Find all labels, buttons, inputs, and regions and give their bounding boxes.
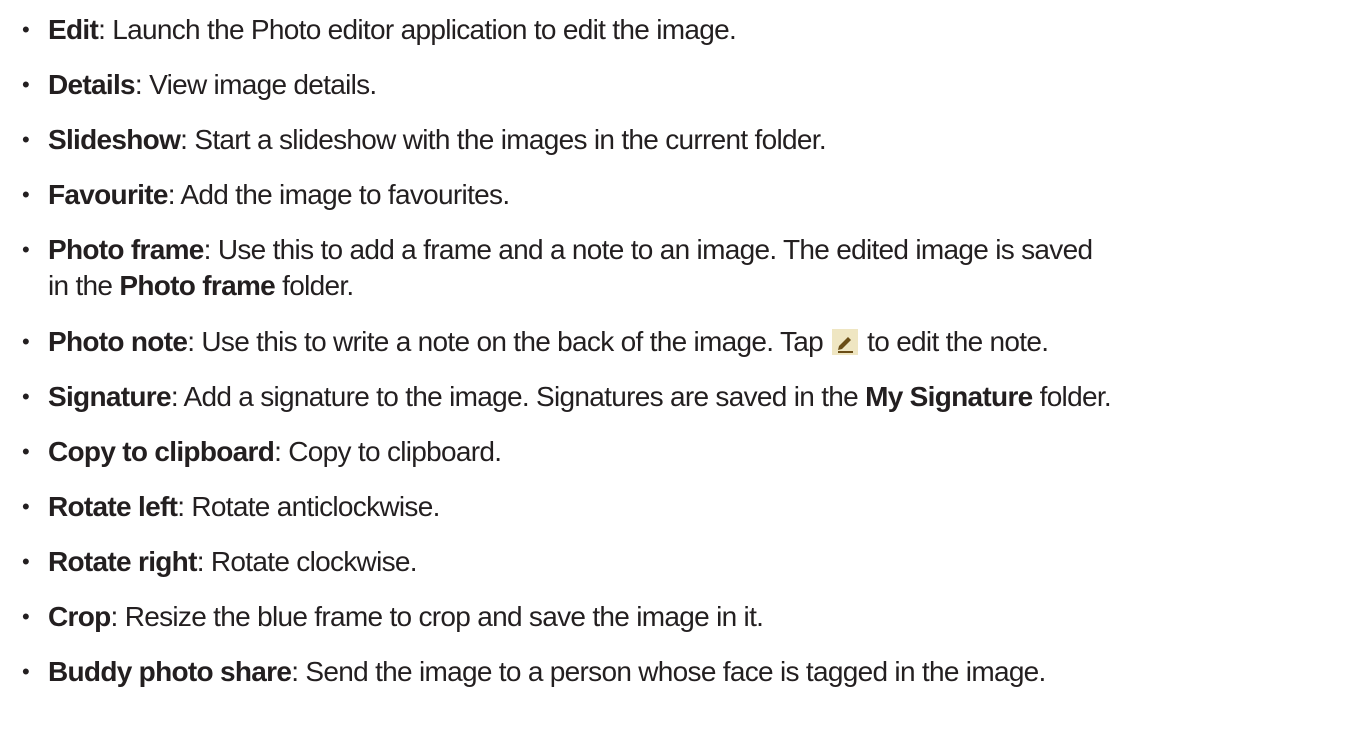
- item-separator: :: [98, 14, 113, 45]
- bullet: •: [22, 17, 30, 42]
- item-separator: :: [167, 179, 181, 210]
- item-term: Rotate right: [48, 546, 197, 577]
- item-separator: :: [180, 124, 195, 155]
- bullet: •: [22, 237, 30, 262]
- item-content: Photo note: Use this to write a note on …: [48, 324, 1049, 360]
- item-description-line2: in the Photo frame folder.: [48, 268, 1092, 304]
- item-separator: :: [203, 234, 218, 265]
- item-description-post: folder.: [1032, 381, 1112, 412]
- item-description-pre: Use this to write a note on the back of …: [201, 326, 831, 357]
- item-separator: :: [291, 656, 306, 687]
- line2-prefix: in the: [48, 270, 120, 301]
- item-content: Rotate right: Rotate clockwise.: [48, 544, 418, 580]
- bullet: •: [22, 494, 30, 519]
- item-content: Edit: Launch the Photo editor applicatio…: [48, 12, 737, 48]
- item-description-pre: Add a signature to the image. Signatures…: [183, 381, 866, 412]
- bullet: •: [22, 549, 30, 574]
- item-term: Photo frame: [48, 234, 204, 265]
- item-term: Details: [48, 69, 136, 100]
- bullet: •: [22, 72, 30, 97]
- bold-folder-name: My Signature: [865, 381, 1033, 412]
- item-content: Rotate left: Rotate anticlockwise.: [48, 489, 440, 525]
- item-term: Crop: [48, 601, 111, 632]
- item-term: Favourite: [48, 179, 168, 210]
- item-term: Edit: [48, 14, 99, 45]
- document-page: • Edit: Launch the Photo editor applicat…: [0, 0, 1349, 744]
- item-content: Crop: Resize the blue frame to crop and …: [48, 599, 764, 635]
- item-term: Slideshow: [48, 124, 181, 155]
- item-content: Signature: Add a signature to the image.…: [48, 379, 1112, 415]
- item-content: Photo frame: Use this to add a frame and…: [48, 232, 1093, 304]
- item-term: Photo note: [48, 326, 188, 357]
- item-content: Favourite: Add the image to favourites.: [48, 177, 510, 213]
- item-term: Copy to clipboard: [48, 436, 275, 467]
- item-description: Send the image to a person whose face is…: [305, 656, 1046, 687]
- item-description: Rotate clockwise.: [210, 546, 418, 577]
- item-separator: :: [134, 69, 150, 100]
- item-separator: :: [170, 381, 184, 412]
- bullet: •: [22, 182, 30, 207]
- item-description: Add the image to favourites.: [180, 179, 510, 210]
- bullet: •: [22, 329, 30, 354]
- item-content: Slideshow: Start a slideshow with the im…: [48, 122, 827, 158]
- item-content: Copy to clipboard: Copy to clipboard.: [48, 434, 502, 470]
- item-description-post: to edit the note.: [860, 326, 1049, 357]
- item-separator: :: [110, 601, 125, 632]
- bullet: •: [22, 439, 30, 464]
- bullet: •: [22, 604, 30, 629]
- item-description: Copy to clipboard.: [288, 436, 502, 467]
- item-content: Details: View image details.: [48, 67, 377, 103]
- item-description: Start a slideshow with the images in the…: [194, 124, 826, 155]
- item-description: View image details.: [149, 69, 377, 100]
- item-description: Launch the Photo editor application to e…: [112, 14, 737, 45]
- item-term: Buddy photo share: [48, 656, 292, 687]
- item-description: Use this to add a frame and a note to an…: [217, 234, 1093, 265]
- item-description: Resize the blue frame to crop and save t…: [124, 601, 764, 632]
- edit-pencil-icon: [832, 329, 859, 355]
- line2-bold-folder: Photo frame: [119, 270, 276, 301]
- item-separator: :: [274, 436, 289, 467]
- item-content: Buddy photo share: Send the image to a p…: [48, 654, 1046, 690]
- item-separator: :: [187, 326, 202, 357]
- item-description: Rotate anticlockwise.: [191, 491, 440, 522]
- bullet: •: [22, 384, 30, 409]
- item-separator: :: [177, 491, 192, 522]
- bullet: •: [22, 127, 30, 152]
- line2-suffix: folder.: [275, 270, 354, 301]
- item-term: Signature: [48, 381, 172, 412]
- item-separator: :: [196, 546, 211, 577]
- item-term: Rotate left: [48, 491, 178, 522]
- bullet: •: [22, 659, 30, 684]
